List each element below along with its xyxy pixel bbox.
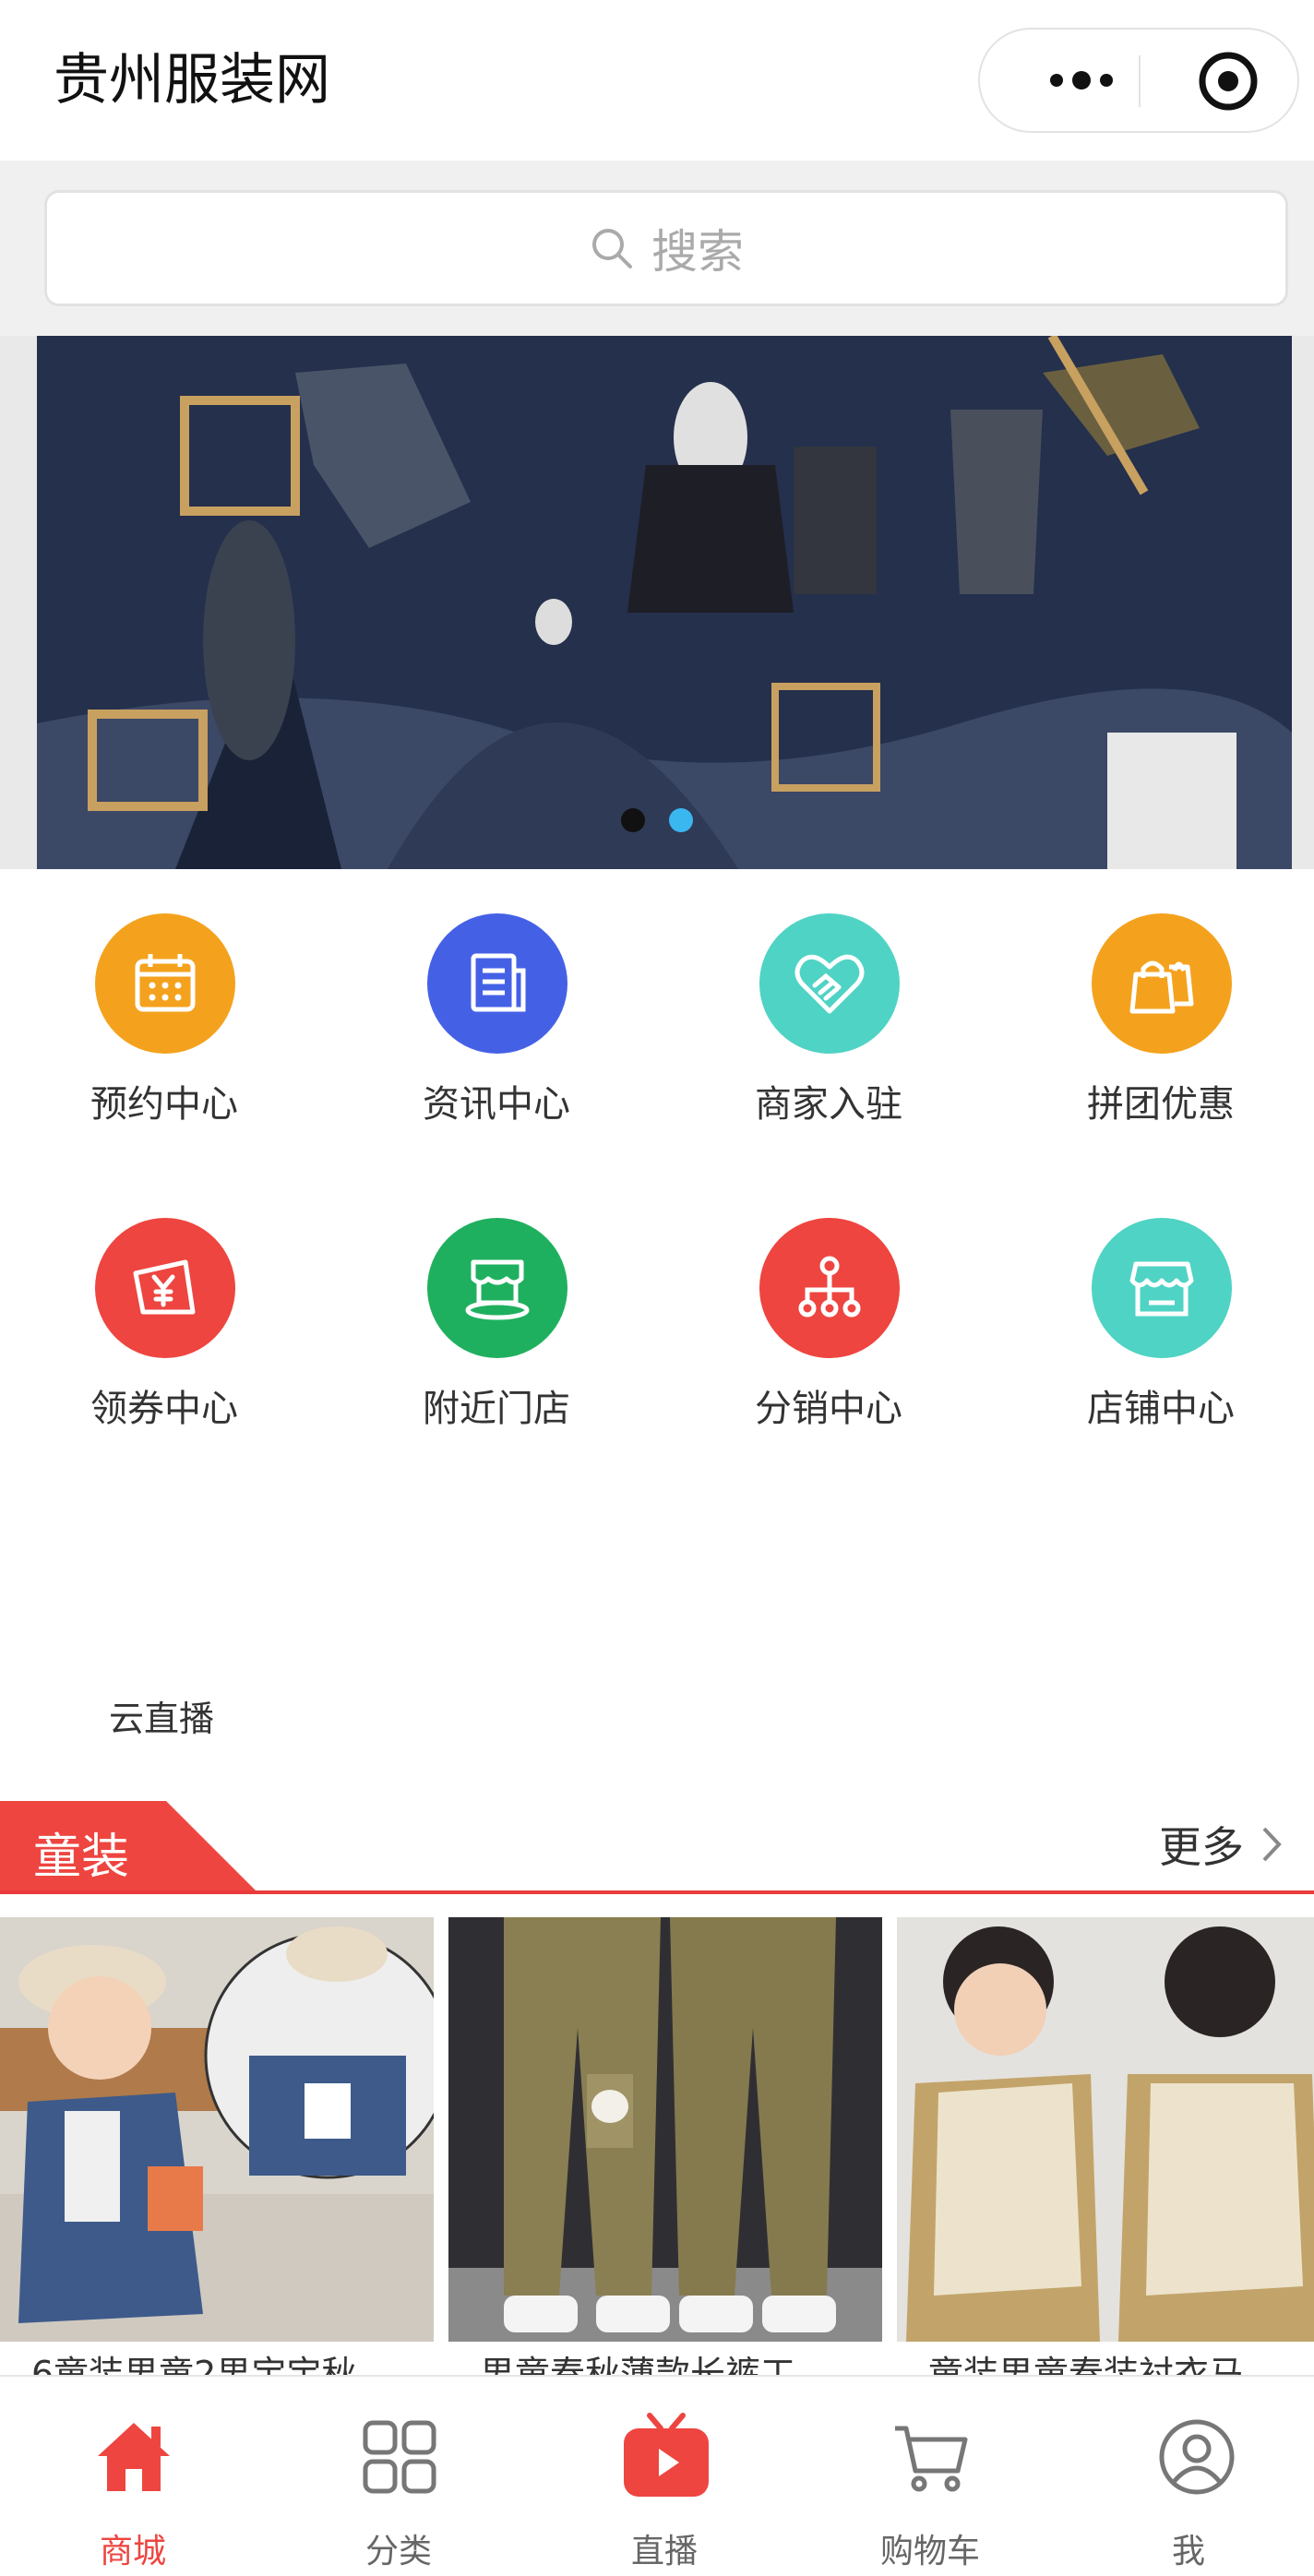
cloud-live-link[interactable]: 云直播 [109,1690,214,1741]
menu-item-coupon[interactable]: 领券中心 [0,1174,328,1450]
menu-item-merchant-join[interactable]: 商家入驻 [664,869,993,1146]
banner-carousel[interactable] [0,336,1314,869]
product-card[interactable]: 童装男童春装衬衣马 [897,1917,1314,2379]
tab-me[interactable]: 我 [1063,2377,1314,2576]
menu-label: 分销中心 [755,1388,902,1430]
section-divider [0,1890,1314,1894]
menu-item-appointment[interactable]: 预约中心 [0,869,328,1146]
shop-icon [1092,1218,1232,1358]
handshake-heart-icon [759,913,900,1054]
tab-label: 直播 [630,2533,698,2570]
more-label: 更多 [1159,1822,1244,1872]
user-icon [1159,2419,1235,2495]
banner-dot-2[interactable] [669,808,693,832]
product-image[interactable] [897,1917,1314,2342]
tab-mall[interactable]: 商城 [0,2377,266,2576]
store-location-icon [427,1218,567,1358]
home-icon [98,2423,170,2491]
product-name[interactable]: 6童装男童2男宝宝秋 [31,2345,356,2379]
capsule-divider [1139,55,1141,107]
product-name[interactable]: 男童春秋薄款长裤工 [480,2345,795,2379]
menu-label: 资讯中心 [423,1083,570,1126]
menu-label: 附近门店 [423,1388,570,1430]
close-miniprogram-icon[interactable] [1195,48,1261,114]
search-placeholder: 搜索 [651,225,744,279]
grid-icon [363,2420,436,2494]
network-icon [759,1218,900,1358]
tab-label: 分类 [364,2533,432,2570]
menu-item-nearby-store[interactable]: 附近门店 [332,1174,661,1450]
product-card[interactable]: 男童春秋薄款长裤工 [448,1917,882,2379]
quick-menu: 预约中心 资讯中心 商家入驻 拼团优惠 领券中心 附近门店 分销中心 店铺中心 [0,869,1314,1497]
more-menu-icon[interactable] [1026,30,1137,131]
menu-item-distribution[interactable]: 分销中心 [664,1174,993,1450]
search-icon [592,229,632,268]
product-image[interactable] [0,1917,434,2342]
tab-label: 我 [1171,2533,1205,2570]
chevron-right-icon [1262,1827,1282,1862]
tab-category[interactable]: 分类 [266,2377,532,2576]
section-header: 童装 更多 [0,1801,1314,1895]
menu-item-news[interactable]: 资讯中心 [332,869,661,1146]
mini-program-capsule [978,28,1299,133]
page-title: 贵州服装网 [54,48,330,113]
product-image[interactable] [448,1917,882,2342]
menu-label: 领券中心 [90,1388,238,1430]
tab-cart[interactable]: 购物车 [797,2377,1063,2576]
menu-label: 拼团优惠 [1087,1083,1235,1126]
menu-label: 预约中心 [90,1083,238,1126]
banner-image[interactable] [37,336,1292,869]
tab-label: 购物车 [879,2533,980,2570]
nav-bar: 贵州服装网 [0,0,1314,161]
news-icon [427,913,567,1054]
shopping-bags-icon [1092,913,1232,1054]
section-title: 童装 [33,1830,130,1885]
search-input[interactable]: 搜索 [44,190,1288,306]
calendar-icon [95,913,235,1054]
banner-pagination [0,808,1314,832]
cart-icon [895,2426,968,2492]
menu-label: 店铺中心 [1087,1388,1235,1430]
more-link[interactable]: 更多 [1159,1814,1283,1875]
tv-play-icon [624,2413,709,2497]
section-tag: 童装 [0,1801,258,1891]
tab-live[interactable]: 直播 [532,2377,797,2576]
product-card[interactable]: 6童装男童2男宝宝秋 [0,1917,434,2379]
product-list: 6童装男童2男宝宝秋 男童春秋薄款长裤工 童装男童春装衬衣马 [0,1917,1314,2379]
bottom-tab-bar: 商城 分类 直播 购物车 我 [0,2375,1314,2576]
search-section: 搜索 [0,161,1314,336]
tab-label: 商城 [99,2533,166,2570]
menu-label: 商家入驻 [755,1083,902,1126]
menu-item-shop-center[interactable]: 店铺中心 [997,1174,1314,1450]
banner-dot-1[interactable] [621,808,645,832]
coupon-icon [95,1218,235,1358]
product-name[interactable]: 童装男童春装衬衣马 [928,2345,1244,2379]
menu-item-group-buy[interactable]: 拼团优惠 [997,869,1314,1146]
